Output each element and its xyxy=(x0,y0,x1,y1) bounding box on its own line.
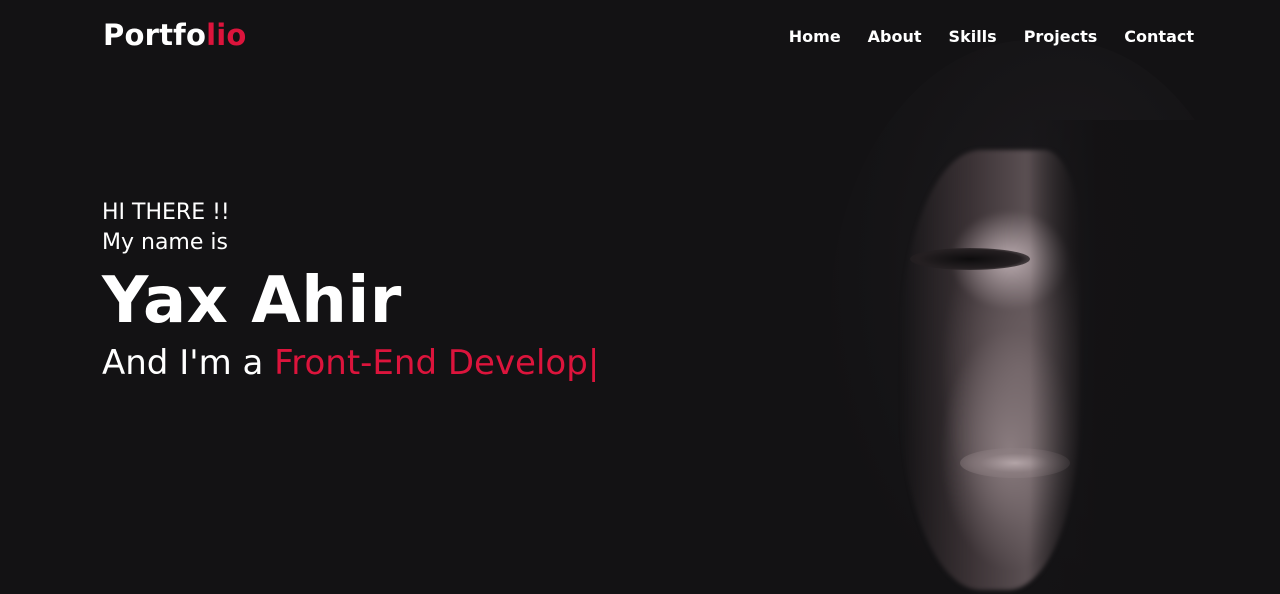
logo-main: Portfo xyxy=(103,18,207,52)
nav-link-skills[interactable]: Skills xyxy=(949,27,997,46)
nav-item-about: About xyxy=(868,27,922,46)
nav-links: Home About Skills Projects Contact xyxy=(762,27,1194,46)
face-shadow xyxy=(1030,120,1250,594)
hero-name: Yax Ahir xyxy=(102,264,402,338)
nav-link-about[interactable]: About xyxy=(868,27,922,46)
hero-greeting: HI THERE !! xyxy=(102,200,230,225)
hero-intro: My name is xyxy=(102,230,228,255)
eye-shape xyxy=(910,248,1030,270)
hero-portrait-image xyxy=(760,0,1280,594)
nav-item-projects: Projects xyxy=(1024,27,1098,46)
nav-link-projects[interactable]: Projects xyxy=(1024,27,1098,46)
hero-text: HI THERE !! My name is Yax Ahir And I'm … xyxy=(102,198,599,386)
logo-accent: lio xyxy=(206,18,247,52)
hero-role-prefix: And I'm a xyxy=(102,343,275,383)
hero-role-typed: Front-End Develop xyxy=(274,343,588,383)
nav-item-skills: Skills xyxy=(949,27,997,46)
typing-cursor: | xyxy=(587,343,600,383)
page: Portfolio Home About Skills Projects Con… xyxy=(0,0,1280,594)
nav-item-contact: Contact xyxy=(1124,27,1194,46)
nav-link-contact[interactable]: Contact xyxy=(1124,27,1194,46)
logo[interactable]: Portfolio xyxy=(103,18,247,52)
nav-item-home: Home xyxy=(789,27,841,46)
hero-role-line: And I'm a Front-End Develop| xyxy=(102,340,599,386)
nav-link-home[interactable]: Home xyxy=(789,27,841,46)
navbar: Portfolio Home About Skills Projects Con… xyxy=(0,0,1280,76)
